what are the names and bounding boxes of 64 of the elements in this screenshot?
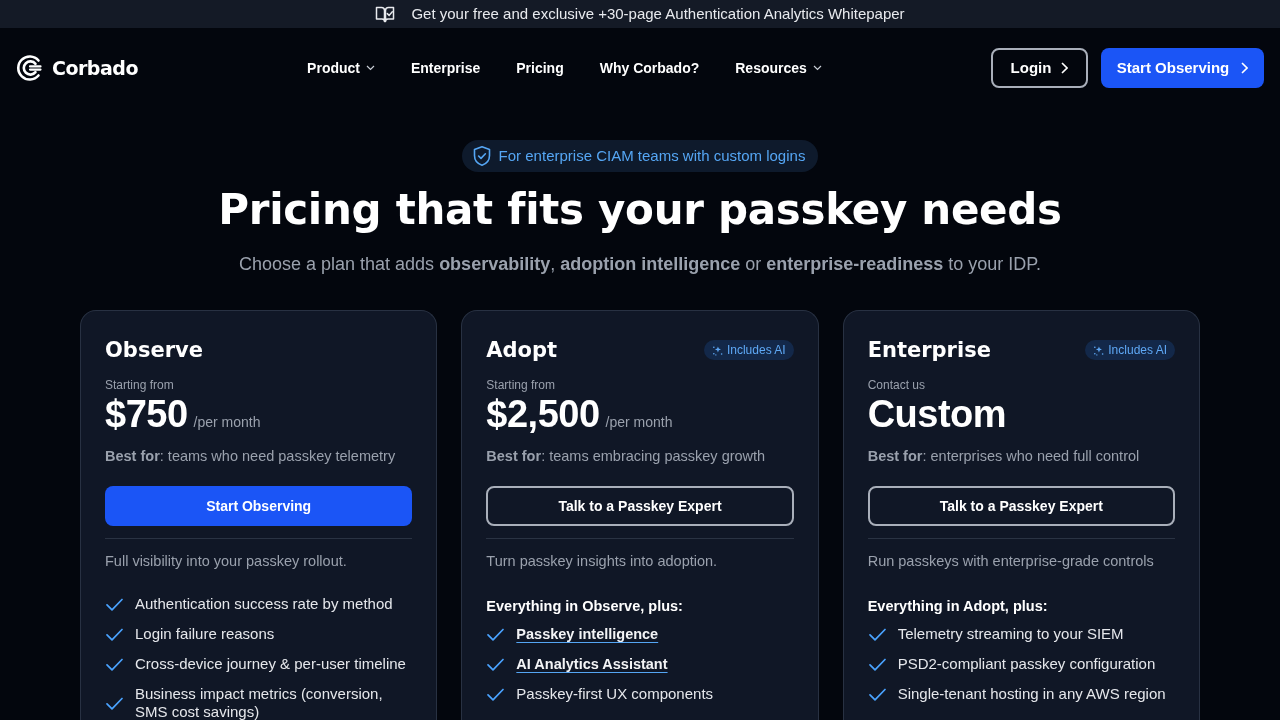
- plan-description: Turn passkey insights into adoption.: [486, 552, 719, 571]
- feature-text: PSD2-compliant passkey configuration: [897, 655, 1156, 673]
- nav-link[interactable]: Product: [307, 57, 375, 79]
- talk-to-expert-button[interactable]: Talk to a Passkey Expert: [486, 486, 794, 526]
- check-icon: [106, 696, 123, 710]
- check-icon: [487, 657, 505, 671]
- check-icon: [868, 657, 886, 671]
- chevron-down-icon: [366, 65, 375, 71]
- page-subtitle: Choose a plan that adds observability, adoption intelligence or enterprise-readiness to your IDP.: [237, 253, 1043, 276]
- check-icon: [106, 657, 123, 671]
- price-caption: Starting from: [486, 377, 557, 394]
- price-unit: /per month: [193, 413, 261, 432]
- features-heading: Everything in Observe, plus:: [486, 597, 684, 616]
- logo[interactable]: Corbado: [16, 53, 138, 83]
- audience-badge: For enterprise CIAM teams with custom logins: [461, 140, 819, 172]
- price: $2,500: [486, 394, 600, 434]
- start-observing-button[interactable]: Start Observing: [105, 486, 413, 526]
- login-button[interactable]: Login: [991, 48, 1088, 88]
- price-unit: /per month: [605, 413, 673, 432]
- best-for-text: Best for: teams embracing passkey growth: [486, 447, 767, 466]
- sparkle-icon: [1093, 344, 1105, 356]
- chevron-down-icon: [812, 65, 822, 71]
- nav-link[interactable]: Enterprise: [411, 57, 481, 79]
- check-icon: [106, 597, 123, 611]
- price: Custom: [867, 394, 1007, 434]
- price-caption: Starting from: [105, 377, 175, 394]
- feature-link[interactable]: Passkey intelligence: [516, 625, 659, 643]
- feature-text: Passkey-first UX components: [516, 685, 714, 703]
- feature-text: Cross-device journey & per-user timeline: [135, 655, 406, 673]
- check-icon: [106, 627, 123, 641]
- announcement-text[interactable]: Get your free and exclusive +30-page Authentication Analytics Whitepaper: [411, 2, 905, 26]
- features-heading: Everything in Adopt, plus:: [867, 597, 1049, 616]
- nav-link[interactable]: Why Corbado?: [599, 57, 700, 79]
- plan-name: Observe: [105, 337, 203, 364]
- plan-name: Enterprise: [867, 337, 991, 364]
- talk-to-expert-button[interactable]: Talk to a Passkey Expert: [867, 486, 1175, 526]
- feature-text: Telemetry streaming to your SIEM: [897, 625, 1124, 643]
- feature-text: Authentication success rate by method: [135, 595, 393, 613]
- logo-icon: [16, 54, 44, 82]
- feature-text: Login failure reasons: [135, 625, 275, 643]
- ai-badge: Includes AI: [703, 340, 794, 360]
- plan-name: Adopt: [486, 337, 558, 364]
- ai-badge: Includes AI: [1085, 340, 1175, 360]
- check-icon: [487, 687, 505, 701]
- chevron-right-icon: [1061, 62, 1069, 74]
- plan-description: Full visibility into your passkey rollout.: [105, 552, 348, 571]
- nav-link[interactable]: Resources: [735, 57, 822, 79]
- feature-text: Business impact metrics (conversion, SMS cost savings): [135, 685, 384, 720]
- check-icon: [487, 627, 505, 641]
- start-observing-button[interactable]: Start Observing: [1101, 48, 1264, 88]
- price: $750: [105, 394, 188, 434]
- feature-link[interactable]: AI Analytics Assistant: [516, 655, 668, 673]
- price-caption: Contact us: [867, 377, 927, 394]
- feature-text: Single-tenant hosting in any AWS region: [897, 685, 1166, 703]
- nav-link[interactable]: Pricing: [516, 57, 564, 79]
- check-icon: [868, 627, 886, 641]
- plan-description: Run passkeys with enterprise-grade controls: [867, 552, 1155, 571]
- chevron-right-icon: [1241, 62, 1249, 74]
- check-icon: [868, 687, 886, 701]
- book-icon: [375, 4, 396, 24]
- page-heading: Pricing that fits your passkey needs: [217, 184, 1063, 236]
- best-for-text: Best for: teams who need passkey telemetry: [105, 447, 397, 466]
- best-for-text: Best for: enterprises who need full control: [867, 447, 1141, 466]
- sparkle-icon: [711, 344, 723, 356]
